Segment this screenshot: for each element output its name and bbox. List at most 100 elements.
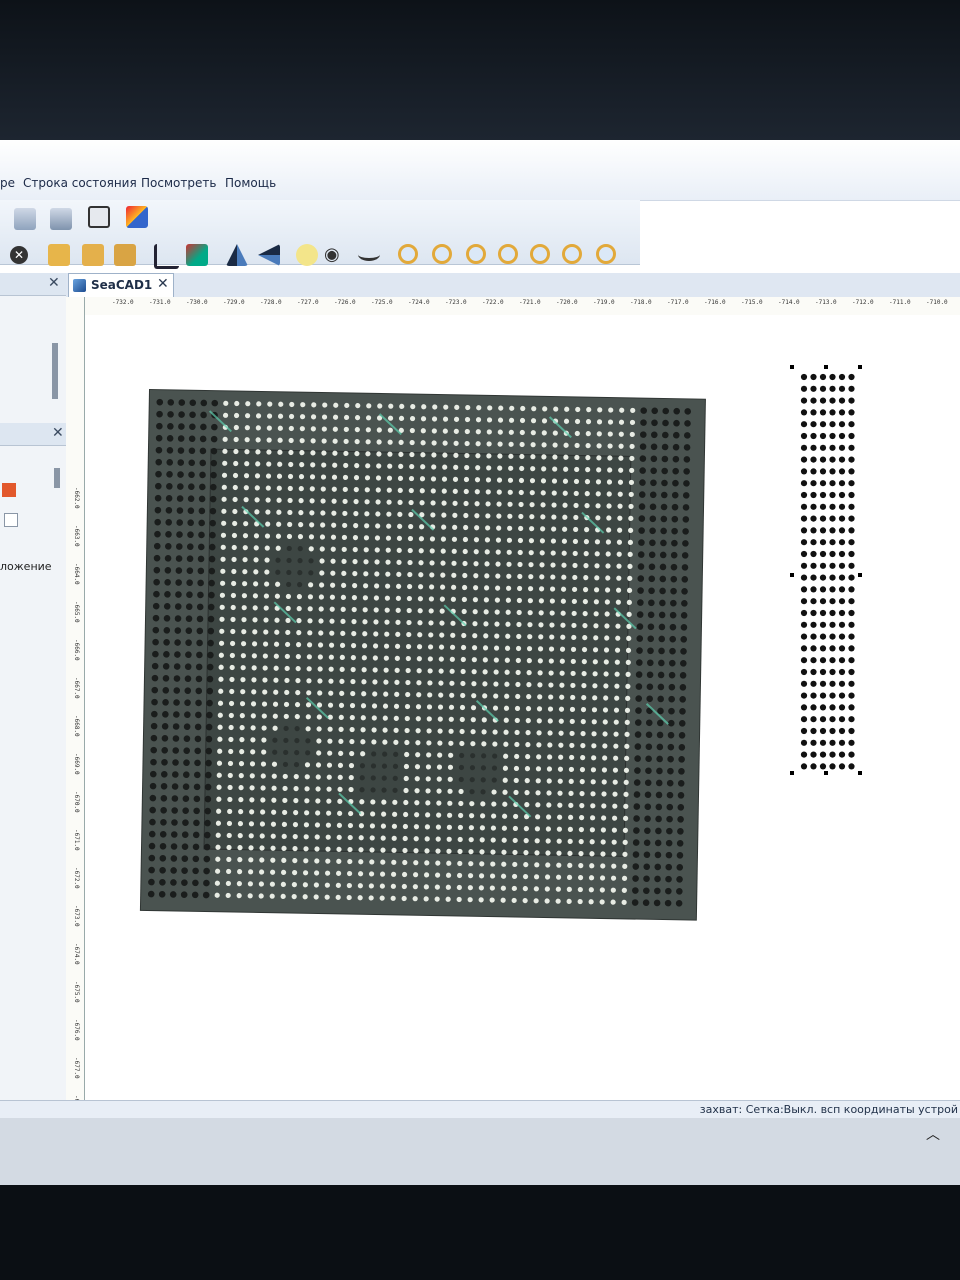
solder-ball — [651, 407, 659, 415]
solder-ball — [819, 668, 827, 676]
chevron-up-icon[interactable]: ︿ — [926, 1124, 940, 1144]
solder-ball — [646, 695, 653, 703]
solder-ball — [838, 562, 846, 569]
crop-icon[interactable] — [154, 244, 179, 269]
solder-ball — [161, 735, 169, 742]
solder-ball — [848, 621, 855, 628]
close-icon[interactable]: ✕ — [52, 425, 64, 441]
solder-ball — [151, 698, 158, 706]
solder-ball — [171, 783, 179, 790]
solder-ball — [233, 436, 239, 443]
selection-handle[interactable] — [824, 771, 828, 775]
solder-ball — [523, 862, 529, 868]
solder-ball — [199, 435, 207, 443]
solder-ball — [501, 861, 507, 867]
solder-ball — [170, 831, 178, 838]
selection-handle[interactable] — [790, 771, 794, 775]
solder-ball — [633, 827, 640, 834]
solder-ball — [800, 751, 808, 758]
solder-ball — [174, 639, 181, 646]
selection-handle[interactable] — [858, 573, 862, 577]
solder-ball — [649, 527, 656, 535]
solder-ball — [409, 427, 415, 434]
solder-ball — [648, 575, 656, 583]
selection-handle[interactable] — [790, 365, 794, 369]
solder-ball — [174, 627, 182, 634]
mirror-vertical-icon[interactable] — [258, 244, 280, 266]
lock-icon[interactable] — [48, 244, 70, 266]
close-icon[interactable]: ✕ — [157, 276, 169, 292]
checkbox-icon[interactable] — [4, 513, 18, 527]
solder-ball — [653, 899, 661, 907]
solder-ball — [166, 471, 173, 478]
solder-ball — [658, 659, 665, 667]
solder-ball — [151, 686, 159, 694]
selection-handle[interactable] — [824, 365, 828, 369]
solder-ball — [838, 550, 846, 558]
panel-scrollbar[interactable] — [52, 343, 58, 399]
solder-ball — [667, 731, 675, 739]
show-icon[interactable] — [296, 244, 318, 266]
solder-ball — [636, 623, 644, 630]
close-icon[interactable]: ✕ — [48, 275, 60, 291]
menu-item-status-bar[interactable]: Строка состояния — [23, 176, 137, 190]
capture-icon[interactable] — [88, 206, 110, 228]
solder-ball — [173, 711, 180, 718]
unlock-icon[interactable] — [82, 244, 104, 266]
menu-item-help[interactable]: Помощь — [225, 176, 276, 190]
cancel-icon[interactable]: ✕ — [10, 246, 28, 264]
zoom-actual-icon[interactable] — [530, 244, 550, 264]
solder-ball — [848, 480, 855, 487]
selection-handle[interactable] — [858, 771, 862, 775]
solder-ball — [509, 405, 515, 411]
solder-ball — [183, 747, 191, 754]
hide-icon[interactable] — [358, 248, 380, 261]
solder-ball — [336, 858, 342, 864]
solder-ball — [188, 447, 196, 455]
menu-item-view[interactable]: Посмотреть — [141, 176, 216, 190]
solder-ball — [646, 683, 654, 691]
solder-ball — [848, 515, 855, 522]
lock-all-icon[interactable] — [114, 244, 136, 266]
mirror-horizontal-icon[interactable] — [226, 244, 248, 266]
solder-ball — [156, 398, 164, 406]
layers-icon[interactable] — [126, 206, 148, 228]
selection-handle[interactable] — [790, 573, 794, 577]
solder-ball-row-object[interactable] — [790, 365, 865, 775]
selection-handle[interactable] — [858, 365, 862, 369]
ruler-label: -713.0 — [815, 299, 837, 306]
solder-ball — [634, 743, 642, 750]
solder-ball — [838, 421, 846, 428]
lock-icon[interactable] — [2, 483, 16, 497]
drawing-canvas[interactable] — [85, 315, 960, 1105]
zoom-icon[interactable] — [398, 244, 418, 264]
solder-ball — [185, 615, 193, 623]
copy-icon[interactable] — [14, 208, 36, 230]
tab-seacad1[interactable]: SeaCAD1 ✕ — [68, 273, 174, 298]
solder-ball — [643, 863, 651, 871]
solder-ball — [387, 415, 394, 421]
solder-ball — [169, 891, 177, 898]
panel-scrollbar-lower[interactable] — [54, 468, 60, 488]
solder-ball — [645, 743, 653, 751]
paste-icon[interactable] — [50, 208, 72, 230]
solder-ball — [800, 480, 808, 487]
zoom-out-icon[interactable] — [498, 244, 518, 264]
solder-ball — [800, 657, 808, 664]
menu-item-partial[interactable]: ре — [0, 176, 15, 190]
solder-ball — [556, 862, 562, 868]
solder-ball — [648, 551, 656, 559]
solder-ball — [661, 443, 669, 451]
solder-ball — [508, 441, 514, 447]
solder-ball — [321, 426, 327, 432]
zoom-window-icon[interactable] — [562, 244, 582, 264]
eye-icon[interactable]: ◉ — [324, 246, 346, 268]
zoom-fit-icon[interactable] — [432, 244, 452, 264]
solder-ball — [177, 447, 185, 454]
taskbar: ︿ — [0, 1118, 960, 1185]
solder-ball — [497, 441, 503, 447]
solder-ball — [310, 438, 316, 444]
zoom-in-icon[interactable] — [466, 244, 486, 264]
move-icon[interactable] — [186, 244, 208, 266]
zoom-extents-icon[interactable] — [596, 244, 616, 264]
